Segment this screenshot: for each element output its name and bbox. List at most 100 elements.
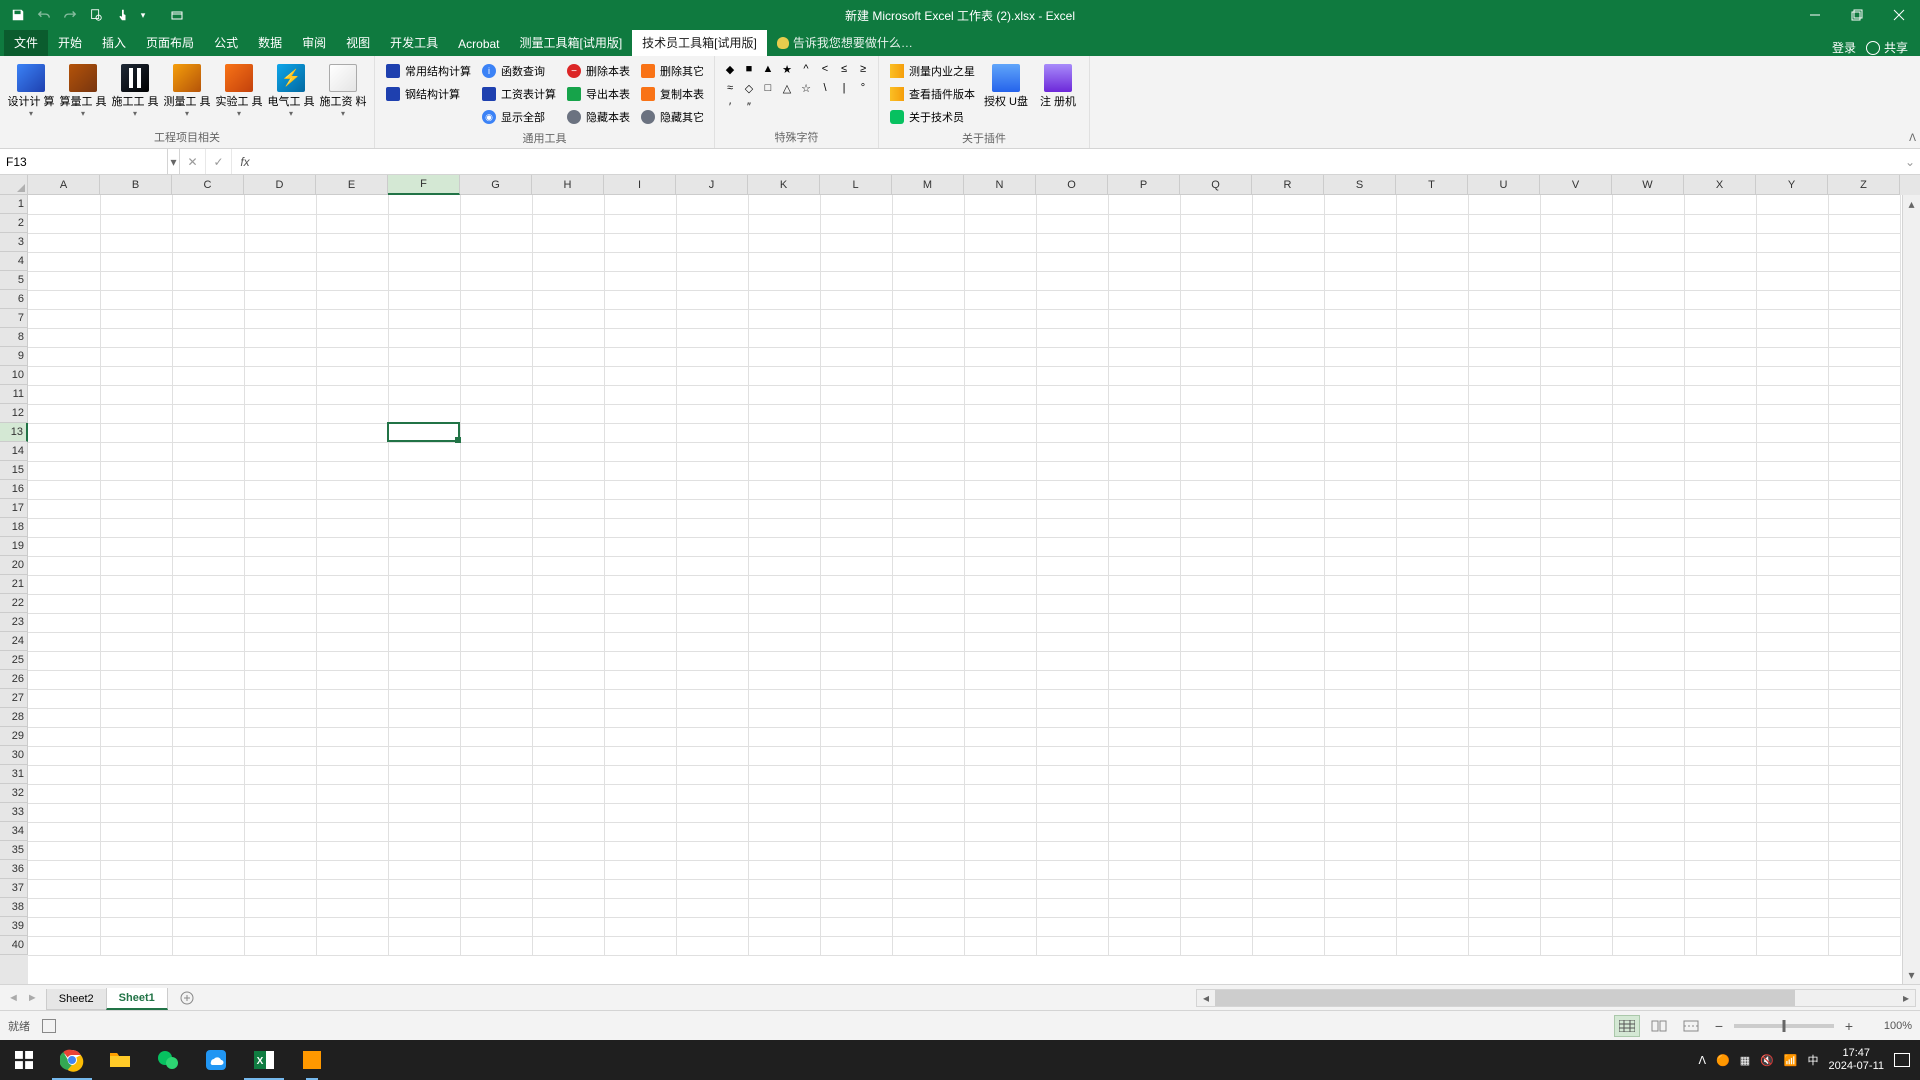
tray-security-icon[interactable]: 🟠 — [1716, 1054, 1730, 1067]
row-header[interactable]: 9 — [0, 347, 28, 366]
start-button[interactable] — [0, 1040, 48, 1080]
row-header[interactable]: 3 — [0, 233, 28, 252]
print-preview-button[interactable] — [84, 3, 108, 27]
row-header[interactable]: 12 — [0, 404, 28, 423]
column-header[interactable]: J — [676, 175, 748, 195]
row-header[interactable]: 31 — [0, 765, 28, 784]
taskbar-explorer[interactable] — [96, 1040, 144, 1080]
tab-data[interactable]: 数据 — [248, 29, 292, 56]
about-tech-button[interactable]: 关于技术员 — [885, 106, 979, 128]
column-header[interactable]: Y — [1756, 175, 1828, 195]
minimize-button[interactable] — [1794, 0, 1836, 30]
symbol-button[interactable]: ′ — [721, 98, 739, 116]
sheet-tab-sheet1[interactable]: Sheet1 — [106, 988, 168, 1010]
tab-measure-toolbox[interactable]: 测量工具箱[试用版] — [510, 29, 633, 56]
maximize-button[interactable] — [1836, 0, 1878, 30]
symbol-button[interactable]: ▲ — [759, 60, 777, 78]
tray-clock[interactable]: 17:47 2024-07-11 — [1829, 1047, 1884, 1073]
undo-button[interactable] — [32, 3, 56, 27]
row-header[interactable]: 14 — [0, 442, 28, 461]
column-header[interactable]: X — [1684, 175, 1756, 195]
row-header[interactable]: 19 — [0, 537, 28, 556]
row-header[interactable]: 40 — [0, 936, 28, 955]
row-header[interactable]: 10 — [0, 366, 28, 385]
add-sheet-button[interactable] — [175, 986, 199, 1010]
copy-sheet-button[interactable]: 复制本表 — [636, 83, 708, 105]
column-header[interactable]: M — [892, 175, 964, 195]
ribbon-display-options-button[interactable] — [156, 0, 198, 30]
save-button[interactable] — [6, 3, 30, 27]
design-calc-button[interactable]: 设计计 算▾ — [6, 60, 56, 120]
row-header[interactable]: 2 — [0, 214, 28, 233]
sheet-tab-sheet2[interactable]: Sheet2 — [46, 989, 107, 1010]
delete-sheet-button[interactable]: −删除本表 — [562, 60, 634, 82]
zoom-level[interactable]: 100% — [1864, 1020, 1912, 1032]
column-header[interactable]: L — [820, 175, 892, 195]
record-macro-button[interactable] — [42, 1019, 56, 1033]
tab-view[interactable]: 视图 — [336, 29, 380, 56]
taskbar-excel[interactable]: X — [240, 1040, 288, 1080]
row-header[interactable]: 13 — [0, 423, 28, 442]
column-header[interactable]: D — [244, 175, 316, 195]
column-header[interactable]: W — [1612, 175, 1684, 195]
column-header[interactable]: N — [964, 175, 1036, 195]
tab-developer[interactable]: 开发工具 — [380, 29, 448, 56]
tab-formulas[interactable]: 公式 — [204, 29, 248, 56]
symbol-button[interactable]: ≥ — [854, 60, 872, 78]
scroll-left-button[interactable]: ◂ — [1197, 991, 1215, 1005]
show-all-button[interactable]: ◉显示全部 — [477, 106, 560, 128]
page-layout-view-button[interactable] — [1646, 1015, 1672, 1037]
select-all-corner[interactable] — [0, 175, 28, 195]
tab-file[interactable]: 文件 — [4, 29, 48, 56]
row-header[interactable]: 37 — [0, 879, 28, 898]
row-header[interactable]: 5 — [0, 271, 28, 290]
register-button[interactable]: 注 册机 — [1033, 60, 1083, 111]
formula-input[interactable] — [258, 149, 1900, 174]
license-usb-button[interactable]: 授权 U盘 — [981, 60, 1031, 111]
tab-insert[interactable]: 插入 — [92, 29, 136, 56]
column-header[interactable]: U — [1468, 175, 1540, 195]
row-header[interactable]: 35 — [0, 841, 28, 860]
fx-icon[interactable]: fx — [232, 149, 258, 174]
column-header[interactable]: V — [1540, 175, 1612, 195]
symbol-button[interactable]: ★ — [778, 60, 796, 78]
construction-doc-button[interactable]: 施工资 料▾ — [318, 60, 368, 120]
column-header[interactable]: G — [460, 175, 532, 195]
hide-others-button[interactable]: 隐藏其它 — [636, 106, 708, 128]
column-header[interactable]: K — [748, 175, 820, 195]
column-header[interactable]: Z — [1828, 175, 1900, 195]
column-header[interactable]: S — [1324, 175, 1396, 195]
row-header[interactable]: 28 — [0, 708, 28, 727]
row-header[interactable]: 38 — [0, 898, 28, 917]
row-header[interactable]: 23 — [0, 613, 28, 632]
collapse-ribbon-button[interactable]: ᐱ — [1909, 133, 1916, 144]
electrical-tool-button[interactable]: ⚡电气工 具▾ — [266, 60, 316, 120]
symbol-button[interactable]: ≤ — [835, 60, 853, 78]
row-header[interactable]: 30 — [0, 746, 28, 765]
column-header[interactable]: T — [1396, 175, 1468, 195]
row-header[interactable]: 22 — [0, 594, 28, 613]
symbol-button[interactable]: \ — [816, 79, 834, 97]
symbol-button[interactable]: < — [816, 60, 834, 78]
symbol-button[interactable]: ° — [854, 79, 872, 97]
row-header[interactable]: 7 — [0, 309, 28, 328]
column-header[interactable]: P — [1108, 175, 1180, 195]
row-header[interactable]: 26 — [0, 670, 28, 689]
row-header[interactable]: 24 — [0, 632, 28, 651]
symbol-button[interactable]: ◇ — [740, 79, 758, 97]
symbol-button[interactable]: ☆ — [797, 79, 815, 97]
taskbar-chrome[interactable] — [48, 1040, 96, 1080]
symbol-button[interactable]: | — [835, 79, 853, 97]
row-header[interactable]: 16 — [0, 480, 28, 499]
close-button[interactable] — [1878, 0, 1920, 30]
column-header[interactable]: I — [604, 175, 676, 195]
row-header[interactable]: 17 — [0, 499, 28, 518]
tell-me-search[interactable]: 告诉我您想要做什么… — [767, 29, 923, 56]
symbol-button[interactable]: ≈ — [721, 79, 739, 97]
column-header[interactable]: C — [172, 175, 244, 195]
delete-others-button[interactable]: 删除其它 — [636, 60, 708, 82]
zoom-slider-thumb[interactable] — [1783, 1020, 1786, 1032]
touch-mode-button[interactable] — [110, 3, 134, 27]
formula-cancel-button[interactable]: ✕ — [180, 149, 206, 174]
sheet-nav-next[interactable]: ► — [25, 990, 40, 1006]
